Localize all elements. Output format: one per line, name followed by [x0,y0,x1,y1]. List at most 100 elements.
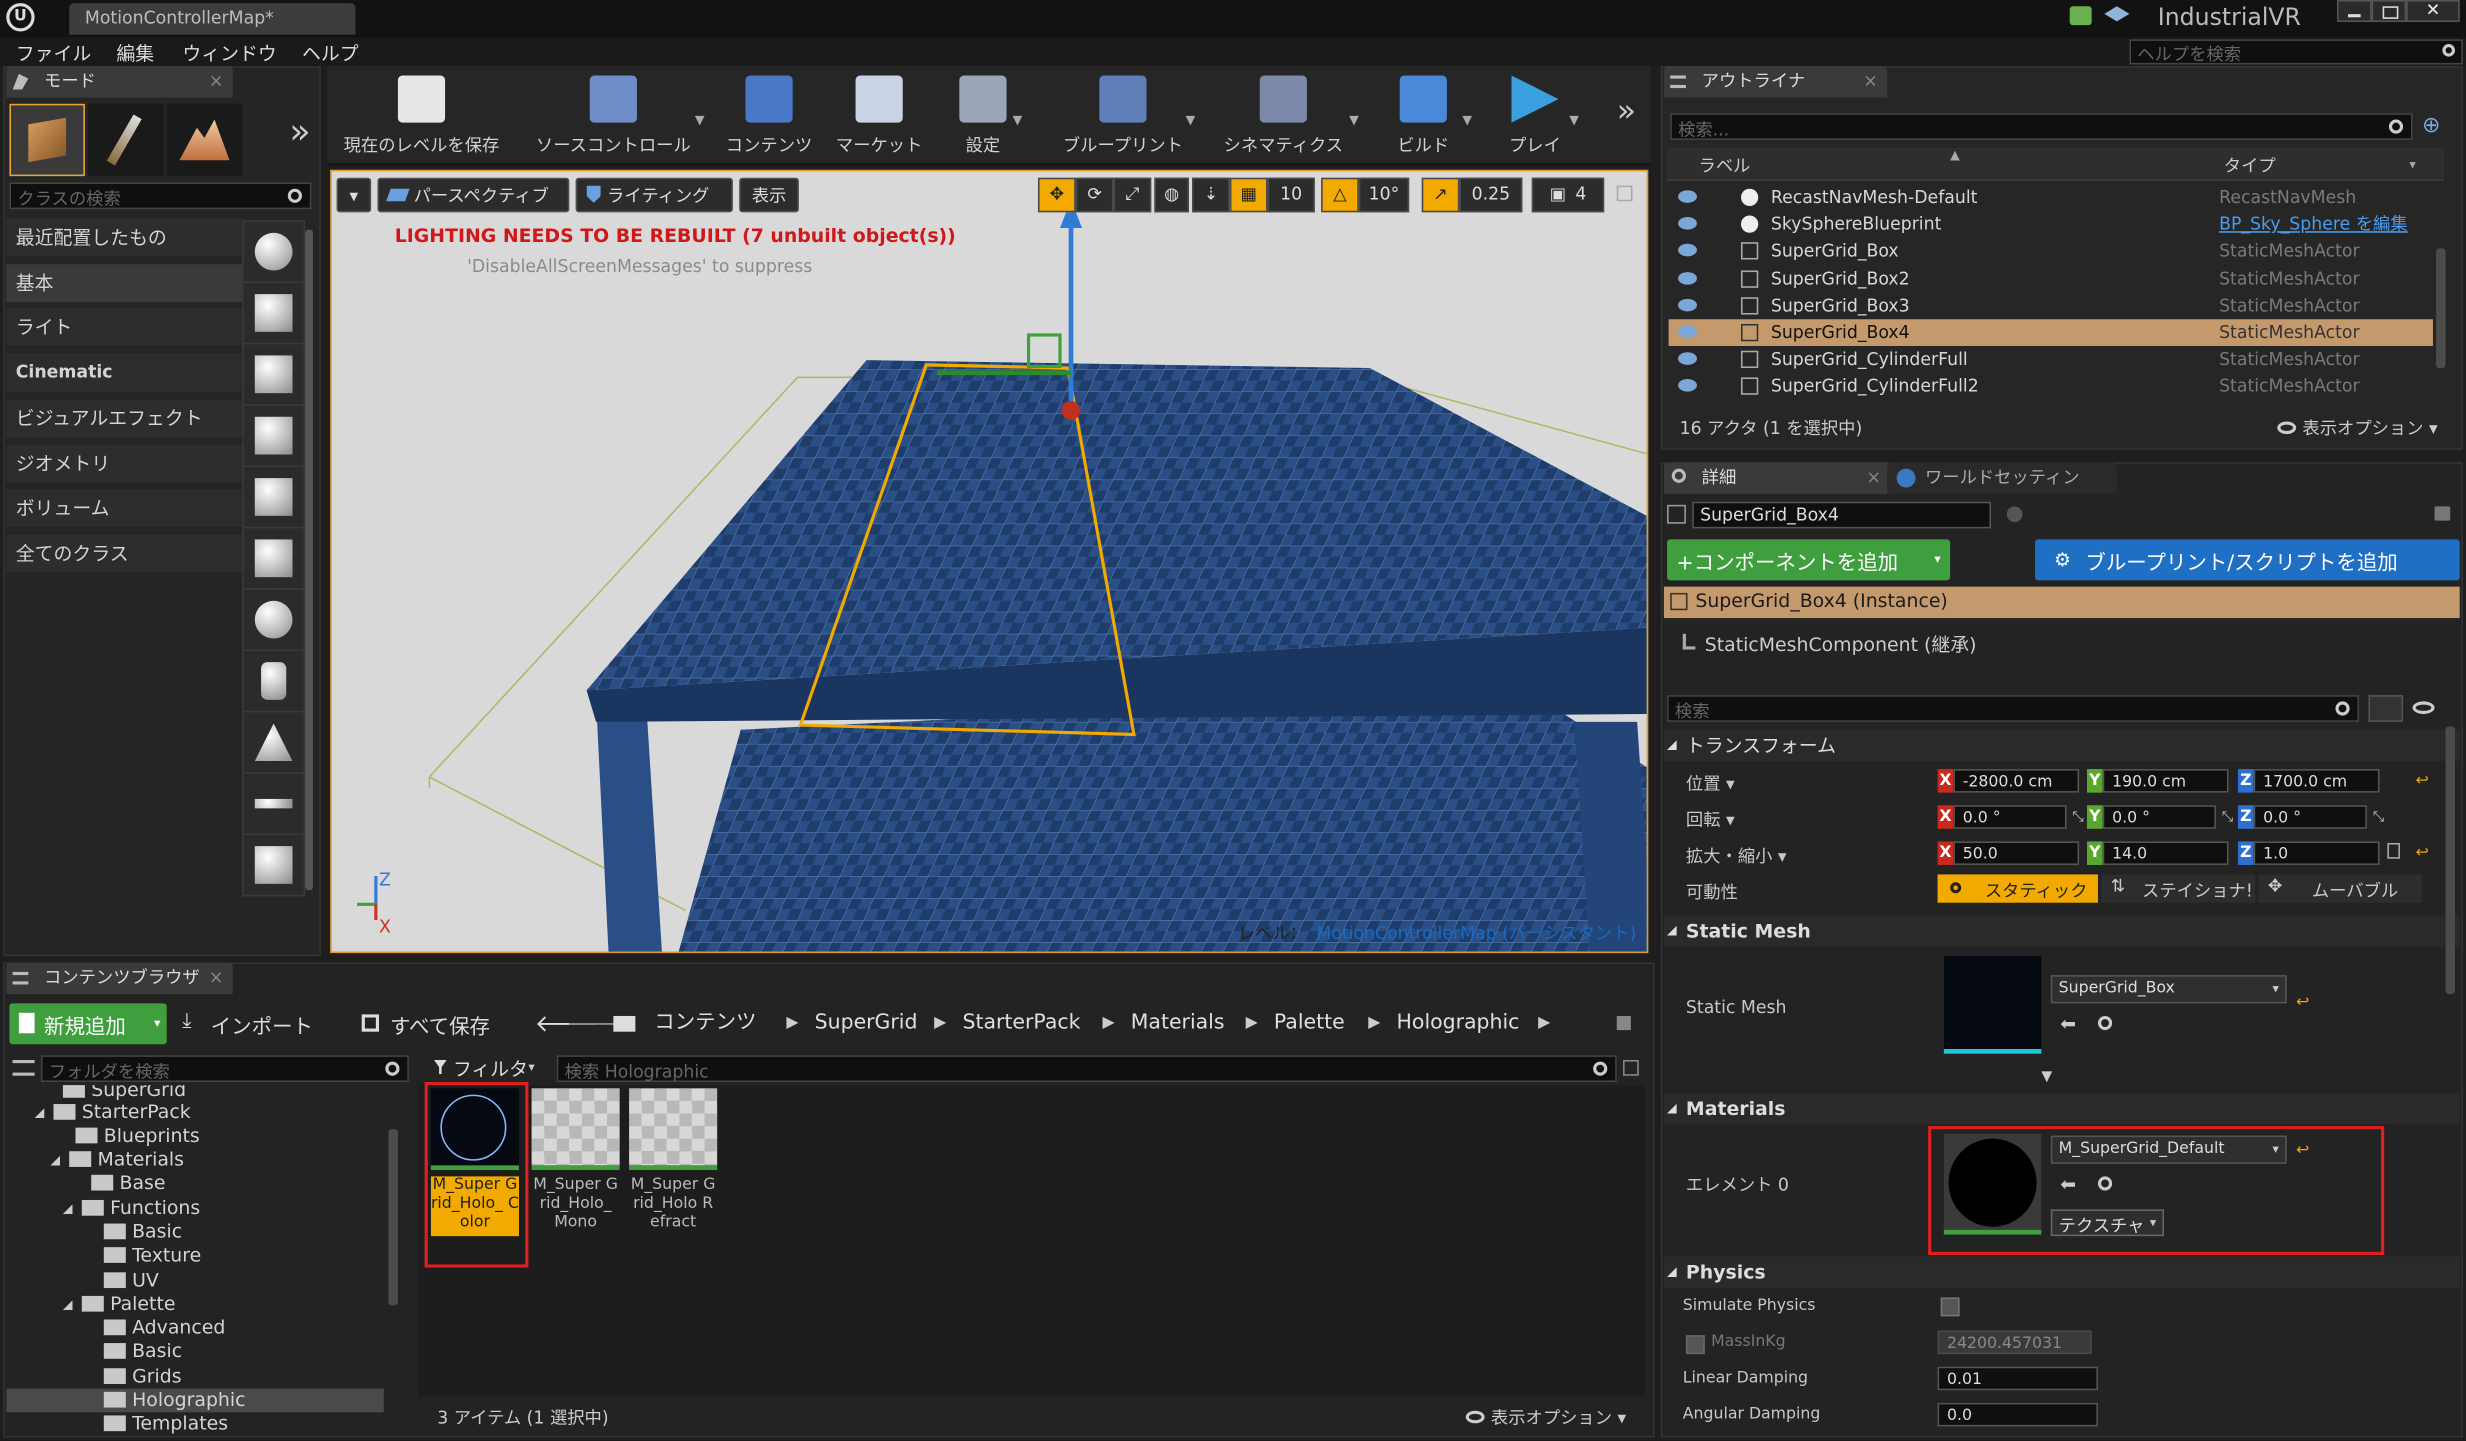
expand-icon[interactable]: ▼ [2041,1069,2052,1085]
outliner-row[interactable]: SuperGrid_Box StaticMeshActor [1669,238,2433,265]
scale-snap-toggle[interactable]: ↗ [1421,177,1460,213]
scale-label[interactable]: 拡大・縮小 ▾ [1686,843,1787,868]
breadcrumb-arrow-icon[interactable]: ▶ [1102,1008,1114,1039]
folder-tree-item[interactable]: Holographic [6,1388,384,1413]
transform-section-header[interactable]: ◢ トランスフォーム [1663,729,2460,762]
menu-window[interactable]: ウィンドウ [182,39,276,66]
location-x-input[interactable]: -2800.0 cm [1953,769,2080,793]
folder-tree-item[interactable]: Texture [6,1244,383,1268]
mode-category-item[interactable]: 基本 [6,263,243,302]
mode-landscape-button[interactable] [166,103,243,177]
breadcrumb-item[interactable]: Palette [1274,1008,1345,1039]
eye-icon[interactable] [2412,701,2435,715]
outliner-row[interactable]: SuperGrid_Box3 StaticMeshActor [1669,292,2433,319]
instance-row[interactable]: SuperGrid_Box4 (Instance) [1663,586,2460,619]
breadcrumb-item[interactable]: SuperGrid [815,1008,918,1039]
shape-trigger-icon[interactable] [242,465,306,529]
asset-search-input[interactable]: 検索 Holographic [556,1055,1617,1083]
close-icon[interactable]: × [209,66,223,97]
details-tab[interactable]: 詳細 × [1663,462,1891,494]
class-search-input[interactable]: クラスの検索 [9,182,312,210]
outliner-row[interactable]: RecastNavMesh-Default RecastNavMesh [1669,184,2433,211]
add-actor-icon[interactable]: ⊕ [2422,113,2450,138]
expand-arrow-icon[interactable]: ◢ [50,1148,60,1172]
folder-tree-item[interactable]: SuperGrid [6,1085,383,1102]
modes-tab[interactable]: モード × [6,66,233,98]
toolbar-cinematics-button[interactable]: シネマティクス ▼ [1205,69,1362,160]
simulate-physics-checkbox[interactable] [1940,1297,1960,1317]
mode-category-item[interactable]: ボリューム [6,489,243,528]
breadcrumb-item[interactable]: Holographic [1397,1008,1520,1039]
angular-damping-input[interactable]: 0.0 [1937,1402,2098,1427]
visibility-eye-icon[interactable] [1678,244,1697,257]
component-row[interactable]: StaticMeshComponent (継承) [1664,624,2460,659]
show-dropdown[interactable]: 表示 [739,177,799,213]
breadcrumb-arrow-icon[interactable]: ▶ [786,1008,798,1039]
folder-tree-item[interactable]: Basic [6,1220,383,1244]
shape-cylinder-icon[interactable] [242,649,306,713]
folder-tree-item[interactable]: Templates [6,1412,383,1434]
static-mesh-thumbnail[interactable] [1943,956,2042,1054]
visibility-eye-icon[interactable] [1678,379,1697,393]
expand-arrow-icon[interactable]: ◢ [63,1293,73,1317]
world-settings-tab[interactable]: ワールドセッティン [1887,462,2117,494]
folder-tree-item[interactable]: Basic [6,1340,383,1364]
shape-sphere2-icon[interactable] [242,588,306,652]
level-tab[interactable]: MotionControllerMap* [69,3,356,35]
shape-pawn-icon[interactable] [242,342,306,406]
modes-more-button[interactable]: » [289,113,310,152]
modes-scrollbar[interactable] [305,229,313,891]
folder-tree-item[interactable]: ◢ Palette [6,1293,383,1317]
content-browser-tab[interactable]: コンテンツブラウザ × [6,962,233,994]
scale-y-input[interactable]: 14.0 [2102,841,2229,865]
spin-icon[interactable]: ⤡ [2222,807,2233,831]
toolbar-build-button[interactable]: ビルド ▼ [1371,69,1475,160]
chat-icon[interactable] [2069,6,2092,26]
scale-reset-icon[interactable]: ↩ [2416,845,2429,862]
folder-tree-item[interactable]: ◢ StarterPack [6,1101,383,1125]
minimize-button[interactable] [2337,0,2372,23]
mode-place-button[interactable] [9,103,85,177]
maximize-button[interactable] [2371,0,2407,23]
add-component-button[interactable]: +コンポーネントを追加 ▾ [1667,539,1951,581]
toolbar-save-button[interactable]: 現在のレベルを保存 [333,69,509,160]
expand-arrow-icon[interactable]: ◢ [35,1101,45,1125]
toolbar-blueprint-button[interactable]: ブループリント ▼ [1047,69,1198,160]
location-z-input[interactable]: 1700.0 cm [2253,769,2380,793]
lock-icon[interactable] [1616,1015,1631,1031]
grid-snap-toggle[interactable]: ▦ [1229,177,1268,213]
outliner-row[interactable]: SuperGrid_CylinderFull StaticMeshActor [1669,346,2433,373]
shape-figure-icon[interactable] [242,281,306,345]
browse-icon[interactable] [2097,1176,2113,1191]
rotation-snap-value[interactable]: 10° [1358,177,1410,213]
property-matrix-icon[interactable] [2368,695,2404,722]
location-y-input[interactable]: 190.0 cm [2102,769,2229,793]
mode-category-item[interactable]: ビジュアルエフェクト [6,399,243,437]
breadcrumb-arrow-icon[interactable]: ▶ [1538,1008,1550,1039]
graduation-icon[interactable] [2104,6,2130,22]
shape-cone-icon[interactable] [242,710,306,774]
toolbar-play-button[interactable]: プレイ ▼ [1488,69,1582,160]
visibility-eye-icon[interactable] [1678,352,1697,366]
close-icon[interactable]: × [209,962,223,993]
outliner-view-options[interactable]: 表示オプション ▾ [2277,415,2438,440]
mode-category-item[interactable]: ジオメトリ [6,444,243,483]
material-thumbnail[interactable] [1943,1133,2042,1235]
breadcrumb-arrow-icon[interactable]: ▶ [1246,1008,1258,1039]
materials-section-header[interactable]: ◢ Materials [1663,1093,2460,1125]
outliner-row[interactable]: SkySphereBlueprint BP_Sky_Sphere を編集 [1669,211,2433,238]
menu-edit[interactable]: 編集 [116,39,154,66]
visibility-eye-icon[interactable] [1678,271,1697,285]
asset-tile[interactable]: M_Super Grid_Holo Refract [629,1088,720,1267]
folder-tree-item[interactable]: Advanced [6,1316,383,1340]
toolbar-content-button[interactable]: コンテンツ [714,69,824,160]
visibility-eye-icon[interactable] [1678,298,1697,312]
folder-tree-item[interactable]: Grids [6,1365,383,1389]
visibility-eye-icon[interactable] [1678,325,1697,339]
rotate-tool-button[interactable]: ⟳ [1075,177,1114,213]
visibility-eye-icon[interactable] [1678,217,1697,230]
toolbar-settings-button[interactable]: 設定 ▼ [940,69,1025,160]
close-window-button[interactable]: ✕ [2406,0,2460,23]
location-label[interactable]: 位置 ▾ [1686,771,1735,796]
grid-snap-value[interactable]: 10 [1267,177,1315,213]
